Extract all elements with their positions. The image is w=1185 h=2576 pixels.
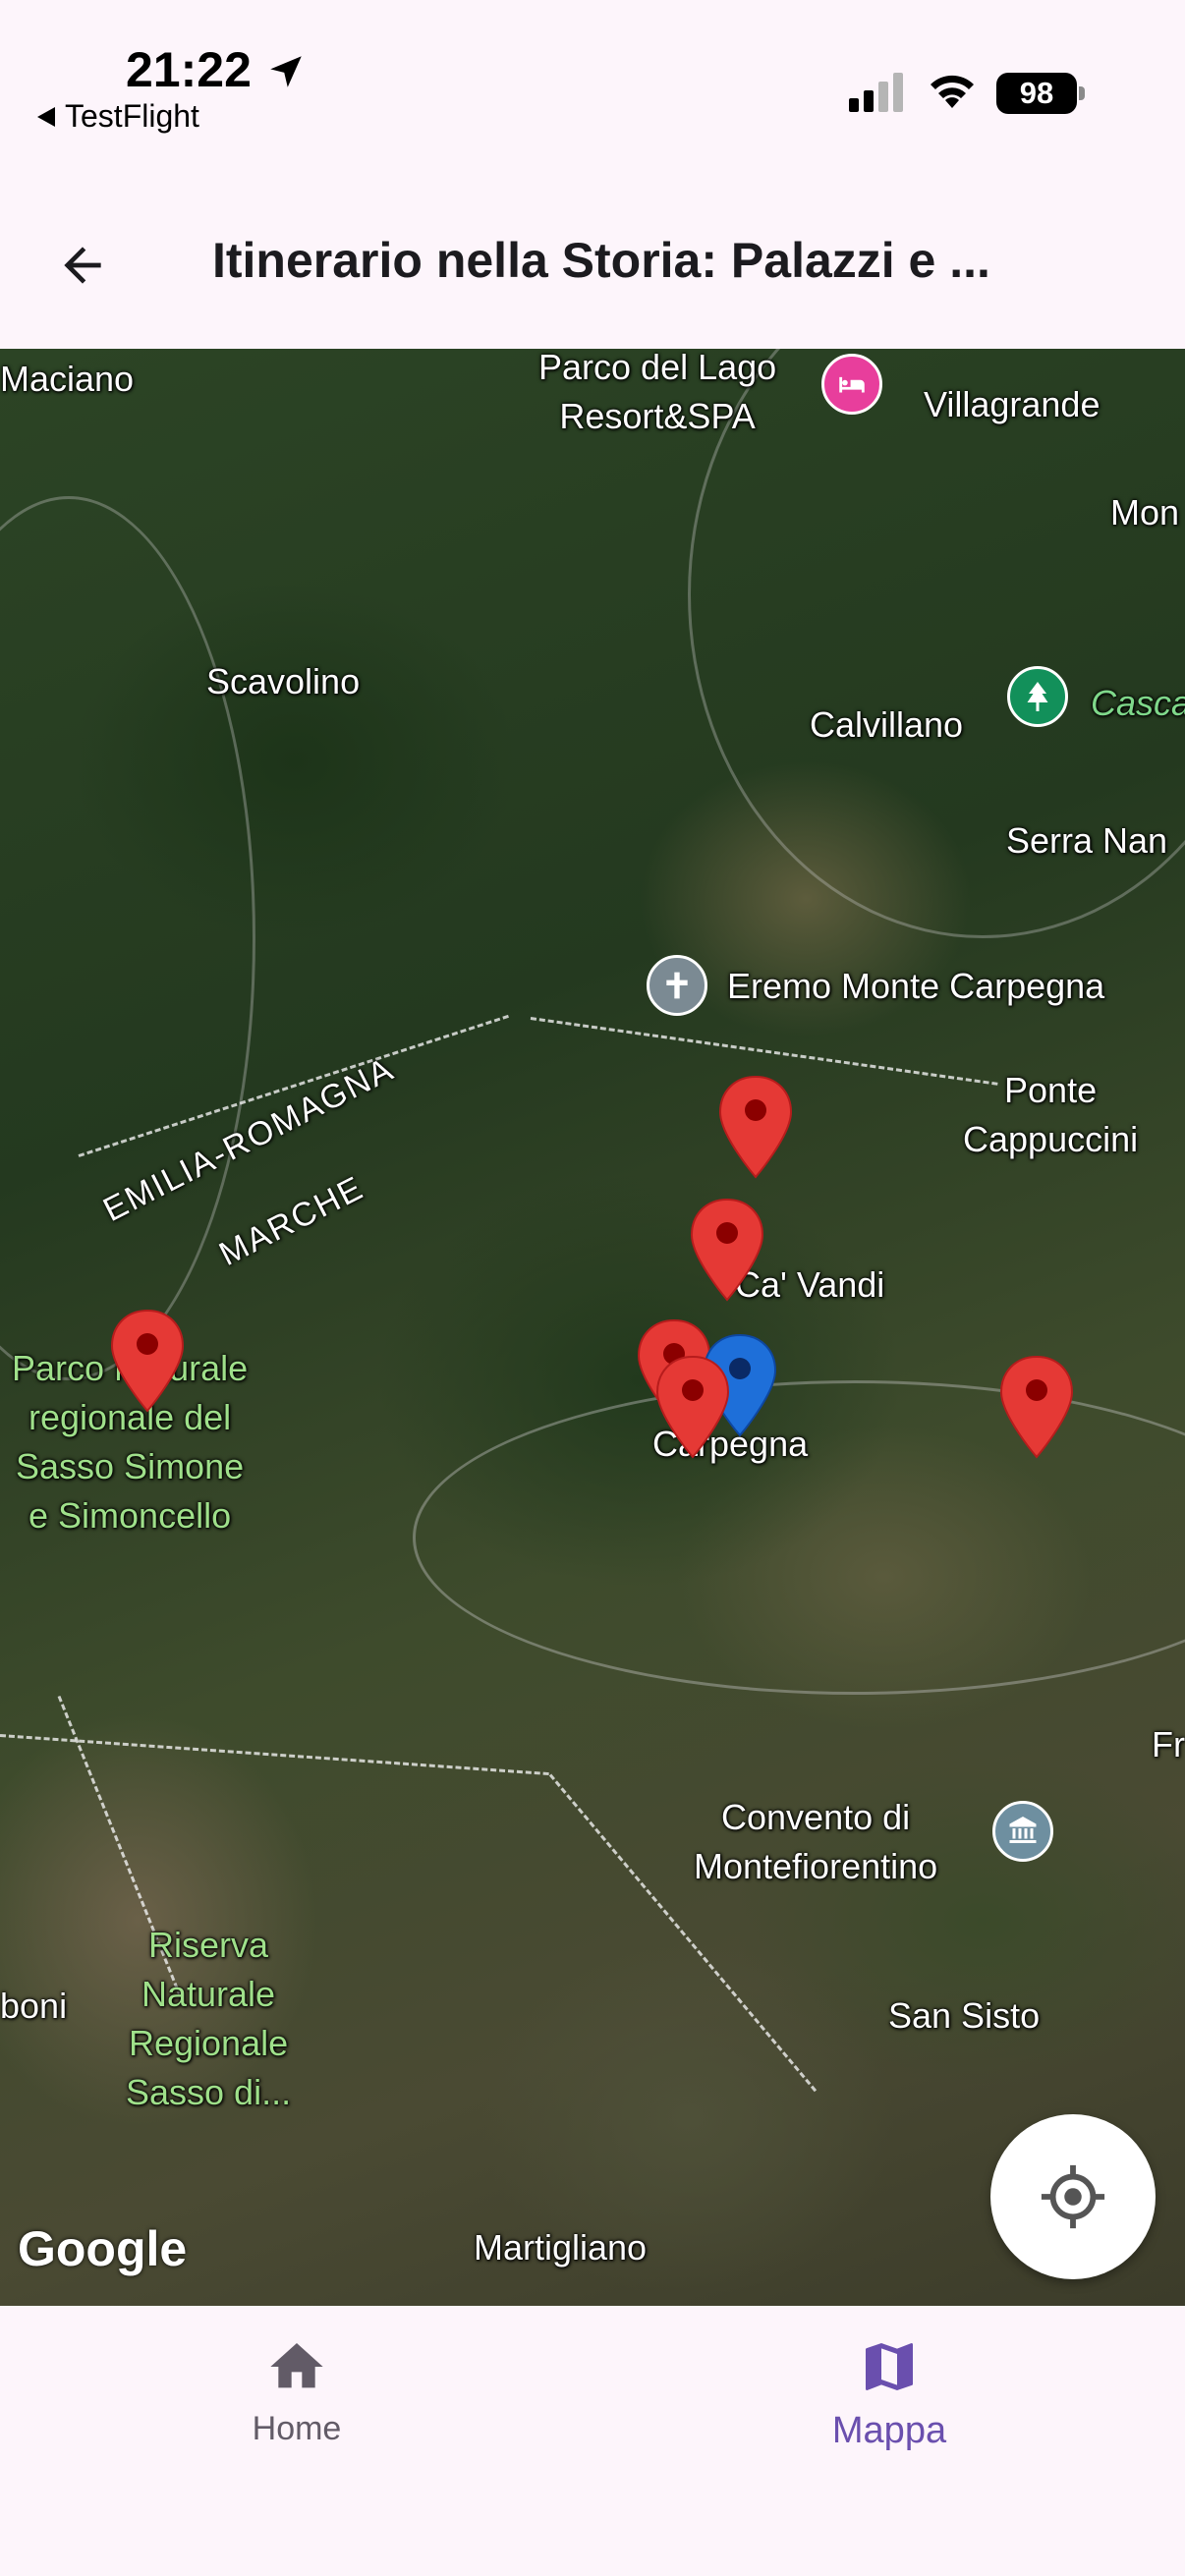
place-label-eremo: Eremo Monte Carpegna bbox=[727, 966, 1105, 1006]
museum-poi-icon[interactable] bbox=[992, 1801, 1053, 1862]
place-label-boni: boni bbox=[0, 1986, 68, 2026]
status-bar: 21:22 TestFlight 98 bbox=[0, 0, 1185, 147]
home-icon bbox=[270, 2343, 323, 2388]
bed-icon bbox=[839, 376, 865, 393]
tree-icon bbox=[1027, 682, 1048, 711]
place-label-riserva: Riserva Naturale Regionale Sasso di... bbox=[126, 1921, 291, 2117]
convento-line-2: Montefiorentino bbox=[694, 1846, 938, 1886]
place-label-calvillano: Calvillano bbox=[810, 704, 964, 745]
status-time: 21:22 bbox=[126, 42, 252, 97]
riserva-line-4: Sasso di... bbox=[126, 2072, 292, 2112]
place-label-convento: Convento di Montefiorentino bbox=[694, 1793, 937, 1891]
ponte-line-2: Cappuccini bbox=[963, 1119, 1139, 1159]
nav-label-home: Home bbox=[252, 2410, 342, 2447]
map-icon bbox=[866, 2343, 913, 2390]
place-label-mon: Mon bbox=[1110, 492, 1180, 532]
battery-indicator: 98 bbox=[996, 73, 1077, 114]
location-arrow-icon bbox=[270, 56, 302, 87]
map-view[interactable]: Maciano Parco del Lago Resort&SPA Villag… bbox=[0, 349, 1185, 2306]
nav-label-mappa: Mappa bbox=[831, 2410, 947, 2451]
nav-item-home[interactable]: Home bbox=[198, 2335, 395, 2448]
place-label-ponte-cappuccini: Ponte Cappuccini bbox=[963, 1066, 1138, 1164]
parco-line-3: Sasso Simone bbox=[16, 1446, 245, 1486]
museum-icon bbox=[1009, 1817, 1037, 1843]
battery-tip bbox=[1079, 86, 1085, 100]
parco-lago-line-1: Parco del Lago bbox=[538, 349, 777, 387]
bottom-navigation: Home Mappa bbox=[0, 2306, 1185, 2576]
map-marker-red[interactable] bbox=[108, 1307, 187, 1415]
region-label-marche: MARCHE bbox=[213, 1168, 370, 1273]
cross-icon bbox=[666, 972, 688, 999]
place-label-fr: Fr bbox=[1152, 1724, 1185, 1764]
arrow-back-icon bbox=[64, 247, 101, 284]
map-marker-red[interactable] bbox=[653, 1353, 732, 1461]
hotel-poi-icon[interactable] bbox=[821, 354, 882, 415]
map-marker-red[interactable] bbox=[688, 1196, 766, 1304]
place-label-casca: Casca bbox=[1091, 683, 1185, 723]
back-triangle-icon bbox=[37, 106, 55, 127]
place-label-martigliano: Martigliano bbox=[474, 2227, 648, 2268]
map-marker-red[interactable] bbox=[716, 1073, 795, 1181]
map-marker-red[interactable] bbox=[997, 1353, 1076, 1461]
wifi-icon bbox=[931, 75, 974, 108]
parco-lago-line-2: Resort&SPA bbox=[559, 396, 756, 436]
my-location-button[interactable] bbox=[990, 2114, 1156, 2279]
back-button[interactable] bbox=[47, 230, 118, 301]
place-label-parco-del-lago: Parco del Lago Resort&SPA bbox=[538, 349, 776, 441]
place-label-serra-nan: Serra Nan bbox=[1006, 820, 1168, 861]
back-app-label: TestFlight bbox=[65, 98, 199, 134]
place-label-maciano: Maciano bbox=[0, 359, 135, 399]
cellular-signal-icon bbox=[849, 73, 903, 112]
convento-line-1: Convento di bbox=[721, 1797, 911, 1837]
riserva-line-3: Regionale bbox=[128, 2023, 289, 2063]
riserva-line-2: Naturale bbox=[141, 1974, 276, 2014]
park-poi-icon[interactable] bbox=[1007, 666, 1068, 727]
nav-item-mappa[interactable]: Mappa bbox=[791, 2335, 988, 2452]
church-poi-icon[interactable] bbox=[647, 955, 707, 1016]
riserva-line-1: Riserva bbox=[148, 1925, 269, 1965]
place-label-villagrande: Villagrande bbox=[924, 384, 1100, 424]
ponte-line-1: Ponte bbox=[1004, 1070, 1098, 1110]
back-to-testflight-link[interactable]: TestFlight bbox=[37, 98, 199, 135]
place-label-san-sisto: San Sisto bbox=[888, 1995, 1041, 2036]
google-logo: Google bbox=[18, 2221, 188, 2276]
page-title: Itinerario nella Storia: Palazzi e ... bbox=[212, 233, 990, 288]
parco-line-4: e Simoncello bbox=[28, 1495, 232, 1536]
place-label-scavolino: Scavolino bbox=[206, 661, 361, 701]
app-bar: Itinerario nella Storia: Palazzi e ... bbox=[0, 147, 1185, 349]
crosshair-icon bbox=[1041, 2164, 1105, 2229]
